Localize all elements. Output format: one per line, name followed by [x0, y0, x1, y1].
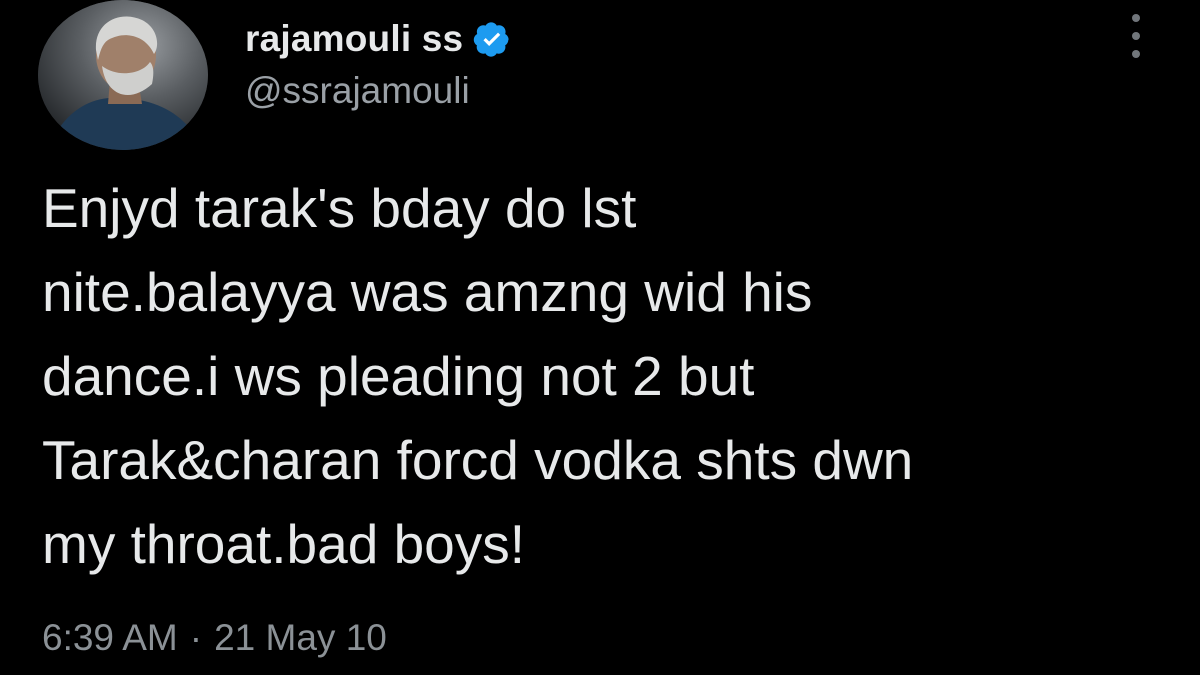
- tweet-card: rajamouli ss @ssrajamouli Enjyd tarak's …: [0, 0, 1200, 675]
- tweet-text-line: Enjyd tarak's bday do lst: [42, 177, 637, 239]
- user-handle[interactable]: @ssrajamouli: [245, 70, 470, 112]
- more-dot: [1132, 32, 1140, 40]
- more-dot: [1132, 14, 1140, 22]
- tweet-text-line: dance.i ws pleading not 2 but: [42, 345, 755, 407]
- tweet-time[interactable]: 6:39 AM: [42, 617, 178, 659]
- display-name[interactable]: rajamouli ss: [245, 18, 463, 60]
- tweet-text-line: my throat.bad boys!: [42, 513, 526, 575]
- tweet-text-line: Tarak&charan forcd vodka shts dwn: [42, 429, 914, 491]
- more-dot: [1132, 50, 1140, 58]
- avatar[interactable]: [38, 0, 208, 150]
- author-name-row[interactable]: rajamouli ss: [245, 14, 511, 64]
- avatar-photo: [38, 0, 208, 150]
- tweet-timestamp[interactable]: 6:39 AM · 21 May 10: [42, 617, 387, 659]
- tweet-date[interactable]: 21 May 10: [214, 617, 387, 659]
- tweet-text: Enjyd tarak's bday do lst nite.balayya w…: [42, 166, 1162, 586]
- more-vertical-icon[interactable]: [1124, 14, 1148, 58]
- meta-separator: ·: [189, 617, 203, 658]
- verified-badge-icon: [473, 20, 511, 58]
- tweet-text-line: nite.balayya was amzng wid his: [42, 261, 813, 323]
